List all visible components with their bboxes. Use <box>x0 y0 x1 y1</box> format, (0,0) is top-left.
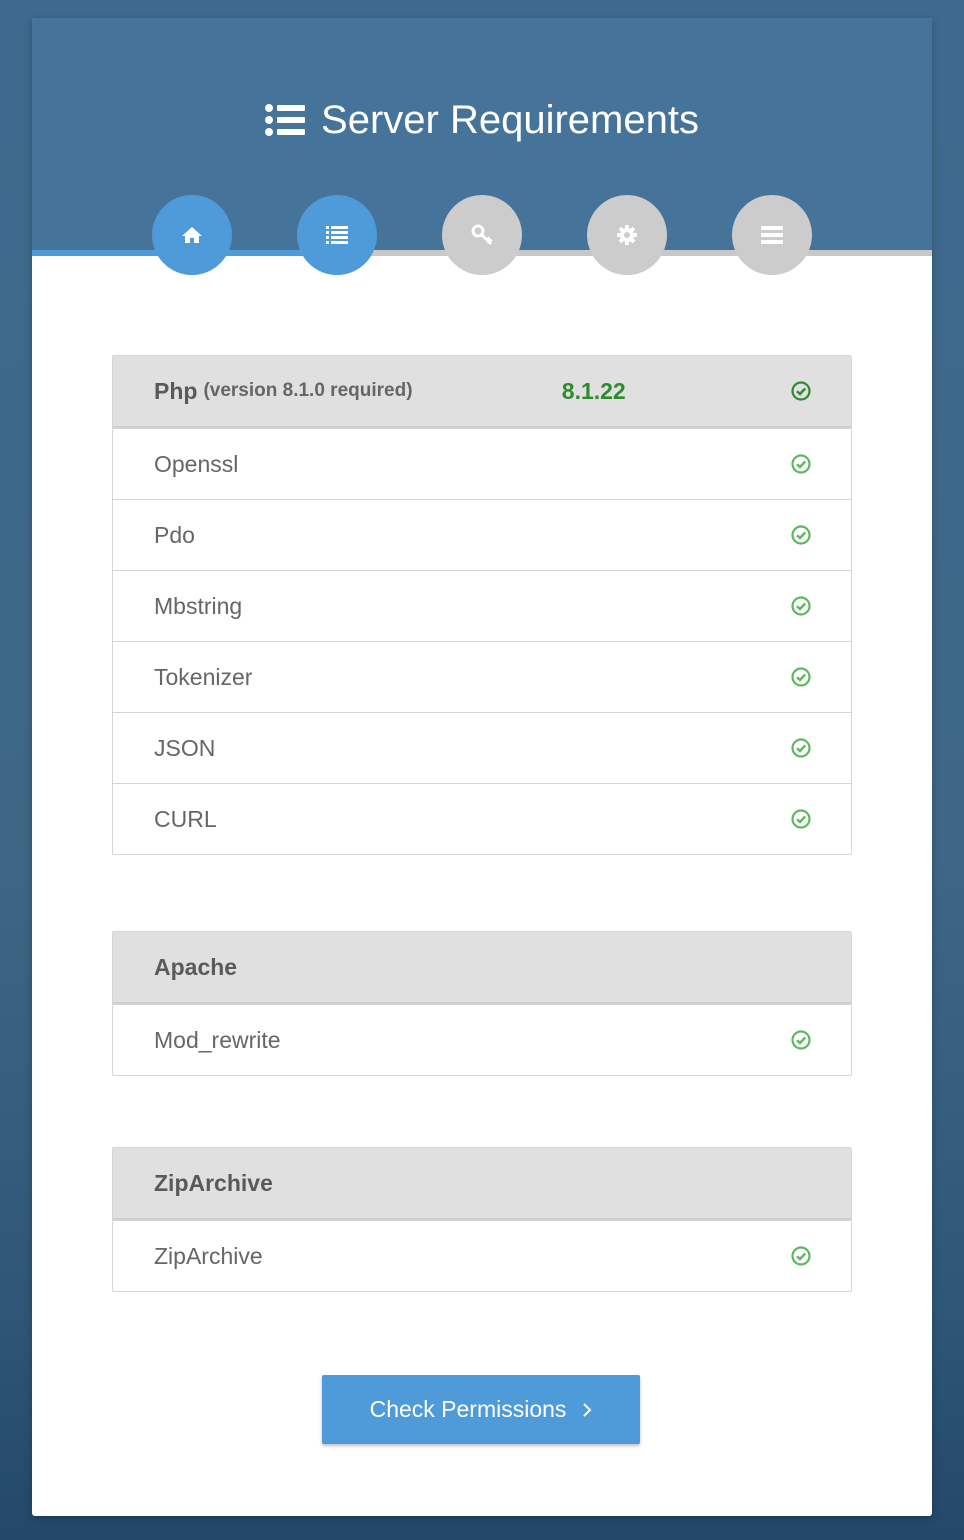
key-icon <box>471 224 493 246</box>
requirement-row: Mod_rewrite <box>113 1004 851 1075</box>
group-header: Apache <box>113 932 851 1004</box>
gear-icon <box>617 225 637 245</box>
step-permissions[interactable] <box>442 195 522 275</box>
page-title-text: Server Requirements <box>321 98 699 142</box>
requirement-group-apache: Apache Mod_rewrite <box>112 931 852 1076</box>
requirement-row: Mbstring <box>113 570 851 641</box>
check-circle-icon <box>791 596 811 616</box>
requirement-label: Pdo <box>154 521 195 548</box>
requirement-label: Tokenizer <box>154 663 253 690</box>
check-circle-icon <box>791 667 811 687</box>
server-icon <box>761 226 783 244</box>
group-name: Apache <box>154 953 238 980</box>
group-name: ZipArchive <box>154 1169 273 1196</box>
step-database[interactable] <box>732 195 812 275</box>
requirement-row: Openssl <box>113 428 851 499</box>
requirement-label: Openssl <box>154 450 239 477</box>
chevron-right-icon <box>583 1402 592 1417</box>
check-circle-icon <box>791 1246 811 1266</box>
group-version-installed: 8.1.22 <box>561 377 626 404</box>
requirement-row: ZipArchive <box>113 1220 851 1291</box>
requirement-label: Mod_rewrite <box>154 1026 281 1053</box>
check-circle-icon <box>791 738 811 758</box>
check-permissions-label: Check Permissions <box>369 1396 567 1422</box>
requirement-group-php: Php (version 8.1.0 required) 8.1.22 Open… <box>112 355 852 855</box>
requirement-label: JSON <box>154 734 216 761</box>
group-header: Php (version 8.1.0 required) 8.1.22 <box>113 356 851 428</box>
step-requirements[interactable] <box>297 195 377 275</box>
installer-card: Server Requirements Php (version 8.1.0 r… <box>32 18 932 1516</box>
step-environment[interactable] <box>587 195 667 275</box>
requirement-label: ZipArchive <box>154 1242 263 1269</box>
page-title: Server Requirements <box>32 98 932 142</box>
requirement-label: Mbstring <box>154 592 243 619</box>
check-circle-icon <box>791 525 811 545</box>
group-header: ZipArchive <box>113 1148 851 1220</box>
requirement-row: Pdo <box>113 499 851 570</box>
group-version-required: (version 8.1.0 required) <box>203 380 413 401</box>
requirement-row: JSON <box>113 712 851 783</box>
check-circle-icon <box>791 809 811 829</box>
list-icon <box>326 226 348 244</box>
home-icon <box>182 227 202 243</box>
check-circle-icon <box>791 454 811 474</box>
list-icon <box>265 104 306 136</box>
requirement-row: Tokenizer <box>113 641 851 712</box>
check-permissions-button[interactable]: Check Permissions <box>322 1375 640 1444</box>
requirement-group-ziparchive: ZipArchive ZipArchive <box>112 1147 852 1292</box>
check-circle-icon <box>791 381 811 401</box>
requirement-row: CURL <box>113 783 851 854</box>
group-name: Php <box>154 377 198 404</box>
requirement-label: CURL <box>154 805 217 832</box>
check-circle-icon <box>791 1030 811 1050</box>
step-home[interactable] <box>152 195 232 275</box>
